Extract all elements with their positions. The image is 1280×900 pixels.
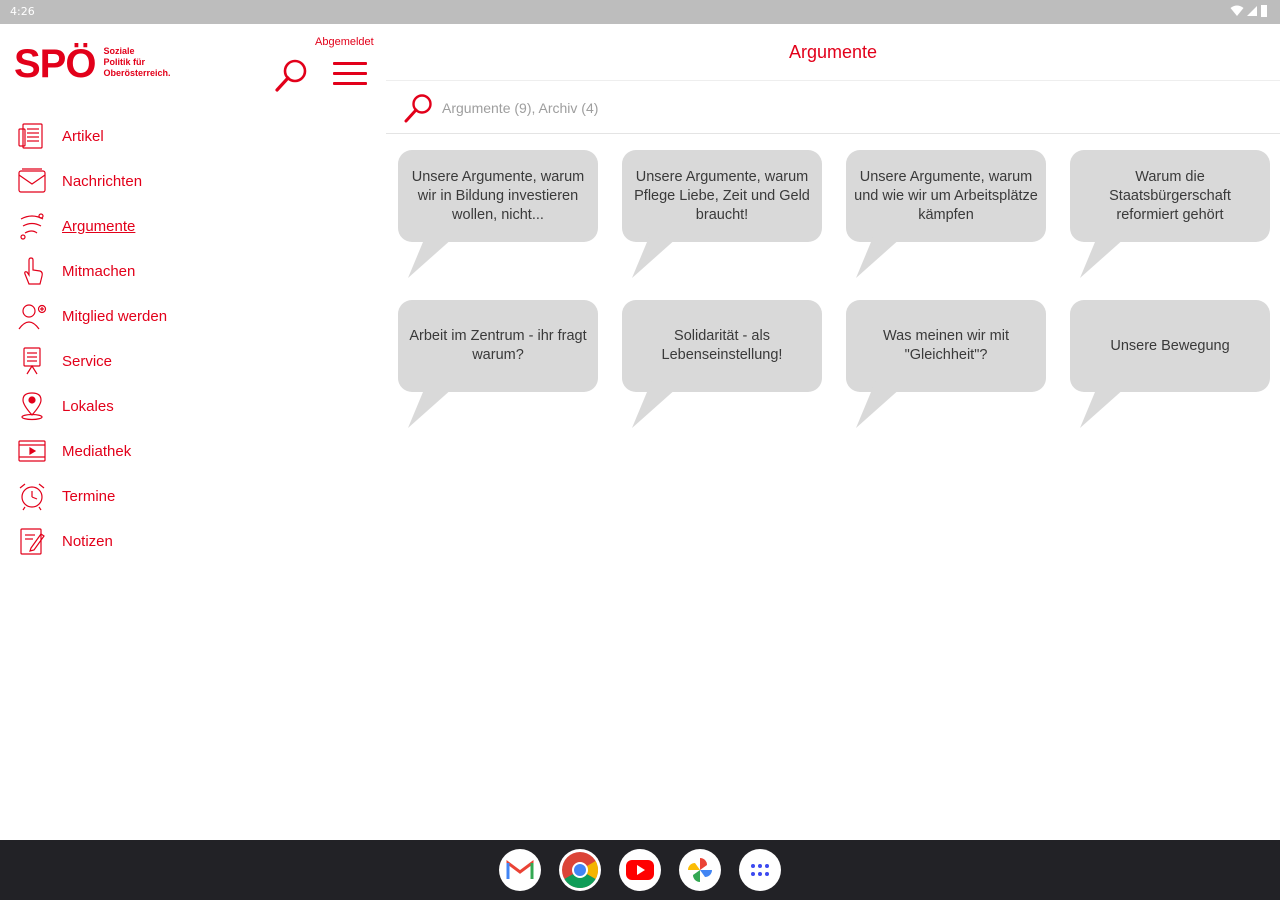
- argument-card-title: Was meinen wir mit "Gleichheit"?: [883, 328, 1009, 363]
- logo-word: SPÖ: [14, 42, 96, 86]
- menu-icon-bar: [333, 72, 367, 75]
- system-taskbar: [0, 840, 1280, 900]
- sidebar-item-label: Mediathek: [62, 442, 132, 460]
- status-icons: [1230, 4, 1268, 18]
- mail-icon: [16, 165, 48, 197]
- argument-card-body: Warum die Staatsbürgerschaft reformiert …: [1070, 150, 1270, 242]
- argument-card[interactable]: Warum die Staatsbürgerschaft reformiert …: [1070, 150, 1270, 280]
- argument-card[interactable]: Unsere Bewegung: [1070, 300, 1270, 430]
- argument-card-body: Was meinen wir mit "Gleichheit"?: [846, 300, 1046, 392]
- sidebar-item-label: Termine: [62, 487, 116, 505]
- menu-icon-bar: [333, 62, 367, 65]
- hand-pointer-icon: [16, 255, 48, 287]
- argument-card-title: Solidarität - als Lebenseinstellung!: [661, 328, 783, 363]
- sidebar-item-mitglied-werden[interactable]: Mitglied werden: [16, 298, 316, 334]
- apps-icon[interactable]: [739, 849, 781, 891]
- menu-icon-bar: [333, 82, 367, 85]
- notes-icon: [16, 525, 48, 557]
- argument-card[interactable]: Solidarität - als Lebenseinstellung!: [622, 300, 822, 430]
- status-time: 4:26: [10, 5, 35, 18]
- argument-card-title: Unsere Argumente, warum Pflege Liebe, Ze…: [634, 168, 810, 223]
- argument-card-title: Warum die Staatsbürgerschaft reformiert …: [1109, 168, 1231, 223]
- page-title: Argumente: [386, 24, 1280, 81]
- sidebar-item-label: Nachrichten: [62, 172, 143, 190]
- speech-tail: [856, 380, 910, 428]
- app-dock: [499, 849, 781, 891]
- speech-tail: [408, 230, 462, 278]
- sidebar-item-label: Mitglied werden: [62, 307, 168, 325]
- sidebar: SPÖ Soziale Politik für Oberösterreich. …: [0, 24, 386, 840]
- speech-tail: [408, 380, 462, 428]
- gmail-icon[interactable]: [499, 849, 541, 891]
- sidebar-item-label: Argumente: [62, 217, 136, 235]
- argument-card-body: Unsere Bewegung: [1070, 300, 1270, 392]
- sidebar-item-lokales[interactable]: Lokales: [16, 388, 316, 424]
- sidebar-item-nachrichten[interactable]: Nachrichten: [16, 163, 316, 199]
- sidebar-item-argumente[interactable]: Argumente: [16, 208, 316, 244]
- sidebar-item-mitmachen[interactable]: Mitmachen: [16, 253, 316, 289]
- argument-card[interactable]: Unsere Argumente, warum wir in Bildung i…: [398, 150, 598, 280]
- video-icon: [16, 435, 48, 467]
- argument-card[interactable]: Unsere Argumente, warum Pflege Liebe, Ze…: [622, 150, 822, 280]
- sidebar-item-label: Service: [62, 352, 113, 370]
- spo-logo[interactable]: SPÖ Soziale Politik für Oberösterreich.: [14, 44, 171, 84]
- arguments-icon: [16, 210, 48, 242]
- argument-card[interactable]: Arbeit im Zentrum - ihr fragt warum?: [398, 300, 598, 430]
- argument-card-title: Unsere Argumente, warum und wie wir um A…: [854, 168, 1038, 223]
- speech-tail: [632, 230, 686, 278]
- sidebar-item-mediathek[interactable]: Mediathek: [16, 433, 316, 469]
- logo-subtitle-line: Oberösterreich.: [103, 68, 171, 78]
- argument-card-body: Solidarität - als Lebenseinstellung!: [622, 300, 822, 392]
- location-pin-icon: [16, 390, 48, 422]
- battery-icon: [1261, 5, 1267, 17]
- status-bar: 4:26: [0, 0, 1280, 24]
- logo-subtitle-line: Soziale: [103, 46, 135, 56]
- speech-tail: [856, 230, 910, 278]
- photos-icon[interactable]: [679, 849, 721, 891]
- alarm-clock-icon: [16, 480, 48, 512]
- search-button[interactable]: [273, 56, 311, 94]
- argument-card-title: Unsere Bewegung: [1110, 337, 1230, 354]
- search-input[interactable]: [442, 95, 1042, 121]
- sidebar-item-label: Artikel: [62, 127, 104, 145]
- speech-tail: [632, 380, 686, 428]
- newspaper-icon: [16, 120, 48, 152]
- chrome-icon[interactable]: [559, 849, 601, 891]
- sidebar-item-service[interactable]: Service: [16, 343, 316, 379]
- argument-card-body: Unsere Argumente, warum Pflege Liebe, Ze…: [622, 150, 822, 242]
- youtube-icon[interactable]: [619, 849, 661, 891]
- service-icon: [16, 345, 48, 377]
- sidebar-item-label: Notizen: [62, 532, 113, 550]
- argument-card-title: Arbeit im Zentrum - ihr fragt warum?: [409, 328, 587, 363]
- argument-card[interactable]: Was meinen wir mit "Gleichheit"?: [846, 300, 1046, 430]
- search-bar: [386, 81, 1280, 134]
- login-status[interactable]: Abgemeldet: [315, 36, 374, 48]
- argument-card-body: Unsere Argumente, warum und wie wir um A…: [846, 150, 1046, 242]
- main-content: Argumente Unsere Argumente, warum wir in…: [386, 24, 1280, 840]
- argument-card-body: Arbeit im Zentrum - ihr fragt warum?: [398, 300, 598, 392]
- sidebar-item-termine[interactable]: Termine: [16, 478, 316, 514]
- search-icon: [275, 59, 307, 92]
- argument-card-body: Unsere Argumente, warum wir in Bildung i…: [398, 150, 598, 242]
- add-member-icon: [16, 300, 48, 332]
- logo-subtitle: Soziale Politik für Oberösterreich.: [103, 46, 170, 79]
- argument-card[interactable]: Unsere Argumente, warum und wie wir um A…: [846, 150, 1046, 280]
- sidebar-item-label: Lokales: [62, 397, 114, 415]
- logo-subtitle-line: Politik für: [103, 57, 145, 67]
- signal-icon: [1247, 6, 1257, 16]
- wifi-icon: [1230, 5, 1244, 16]
- speech-tail: [1080, 230, 1134, 278]
- sidebar-item-notizen[interactable]: Notizen: [16, 523, 316, 559]
- sidebar-item-label: Mitmachen: [62, 262, 136, 280]
- argument-card-title: Unsere Argumente, warum wir in Bildung i…: [411, 168, 585, 223]
- sidebar-item-artikel[interactable]: Artikel: [16, 118, 316, 154]
- speech-tail: [1080, 380, 1134, 428]
- search-icon[interactable]: [402, 91, 436, 125]
- menu-button[interactable]: [333, 62, 367, 88]
